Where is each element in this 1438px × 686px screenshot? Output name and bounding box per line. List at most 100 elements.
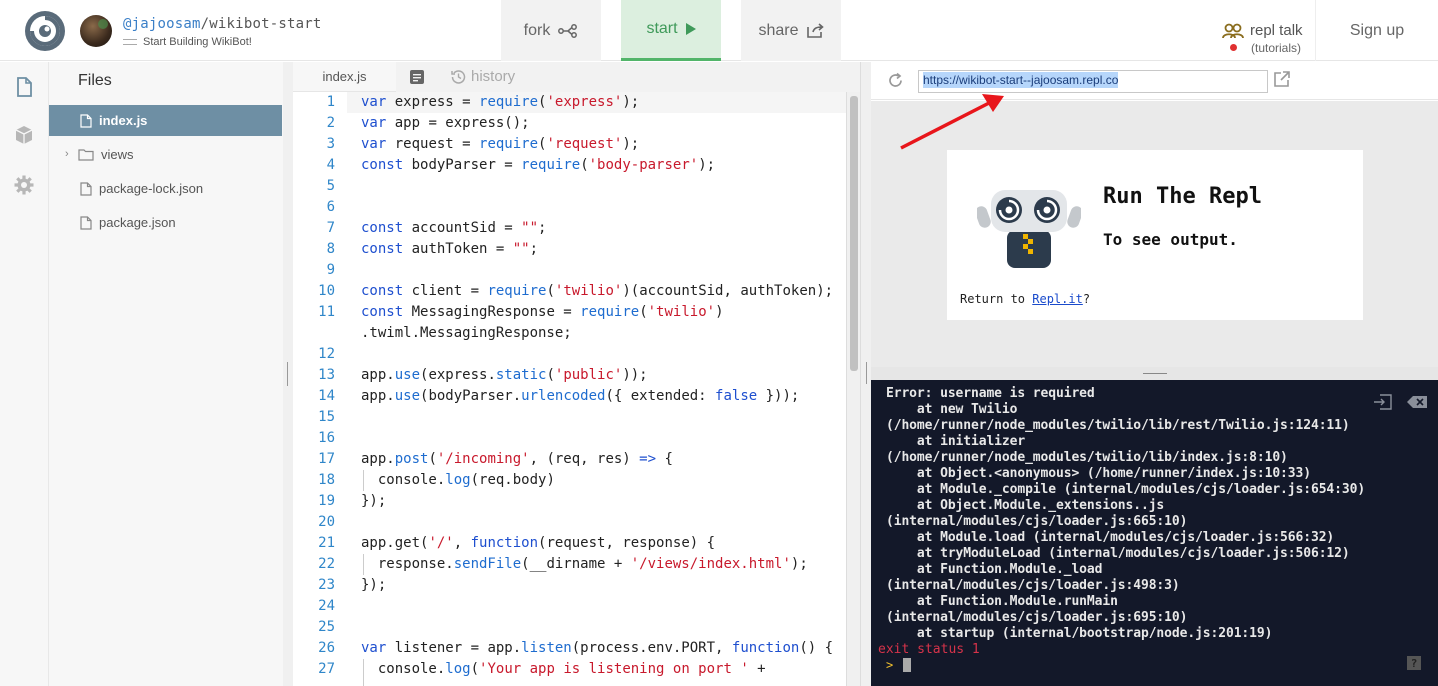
console-collapse-icon[interactable] (1373, 394, 1393, 410)
console-prompt: > (886, 658, 894, 672)
file-item-package-json[interactable]: package.json (49, 207, 282, 238)
user-avatar[interactable] (80, 15, 112, 47)
line-number: 16 (318, 430, 335, 446)
line-number: 25 (318, 619, 335, 635)
top-bar: @jajoosam/wikibot-start Start Building W… (0, 0, 1438, 61)
line-number: 10 (318, 283, 335, 299)
play-icon (685, 23, 696, 35)
signup-label: Sign up (1349, 21, 1405, 39)
card-subtitle: To see output. (1103, 230, 1238, 249)
chevron-right-icon[interactable]: › (65, 148, 69, 160)
card-title: Run The Repl (1103, 184, 1262, 209)
code-line: const client = require('twilio')(account… (361, 283, 834, 299)
console-line: at Module._compile (internal/modules/cjs… (886, 482, 1366, 497)
code-line: var request = require('request'); (361, 136, 640, 152)
start-button[interactable]: start (621, 0, 721, 61)
signup-button[interactable]: Sign up (1315, 0, 1438, 61)
repl-owner-link[interactable]: @jajoosam (123, 16, 201, 32)
console-line: (/home/runner/node_modules/twilio/lib/in… (886, 450, 1288, 465)
code-line: const bodyParser = require('body-parser'… (361, 157, 716, 173)
start-label: start (646, 20, 678, 37)
console-line: (internal/modules/cjs/loader.js:695:10) (886, 610, 1188, 625)
console-line: (internal/modules/cjs/loader.js:498:3) (886, 578, 1180, 593)
settings-gear-icon[interactable] (13, 174, 35, 196)
console-line: at Object.<anonymous> (/home/runner/inde… (886, 466, 1311, 481)
share-label: share (758, 21, 799, 39)
console-line: at tryModuleLoad (internal/modules/cjs/l… (886, 546, 1350, 561)
repl-description: Start Building WikiBot! (123, 36, 252, 48)
console-line: at new Twilio (886, 402, 1018, 417)
file-label: package.json (99, 215, 176, 230)
line-number: 6 (326, 199, 335, 215)
code-line: const MessagingResponse = require('twili… (361, 304, 724, 320)
file-icon (80, 114, 92, 128)
packages-icon[interactable] (13, 124, 35, 146)
repl-talk-link[interactable]: repl talk (tutorials) (1220, 20, 1310, 60)
line-number: 9 (326, 262, 335, 278)
document-icon[interactable] (409, 69, 425, 85)
repl-talk-label: repl talk (1250, 22, 1303, 39)
share-button[interactable]: share (741, 0, 841, 61)
line-number: 22 (318, 556, 335, 572)
repl-title[interactable]: @jajoosam/wikibot-start (123, 16, 321, 32)
tab-index-js[interactable]: index.js (293, 62, 396, 92)
folder-label: views (101, 147, 134, 162)
replit-robot-icon (977, 190, 1081, 268)
replit-logo-icon[interactable] (24, 10, 66, 52)
clear-console-icon[interactable] (1407, 396, 1427, 408)
code-line: console.log(req.body) (361, 472, 555, 488)
code-line: var app = express(); (361, 115, 530, 131)
share-icon (806, 23, 824, 38)
code-line: var express = require('express'); (361, 94, 640, 110)
left-icon-rail (0, 62, 49, 686)
code-line: const accountSid = ""; (361, 220, 547, 236)
line-number: 8 (326, 241, 335, 257)
replit-link[interactable]: Repl.it (1032, 292, 1083, 306)
file-label: package-lock.json (99, 181, 204, 196)
line-number: 20 (318, 514, 335, 530)
code-line: .twiml.MessagingResponse; (361, 325, 572, 341)
code-editor[interactable]: 1 2 3 4 5 6 7 8 9 10 11 12 13 14 15 16 17 18 19 20 21 22 23 24 2… (293, 92, 846, 686)
file-item-package-lock-json[interactable]: package-lock.json (49, 173, 282, 204)
files-editor-resize-handle[interactable] (283, 62, 293, 686)
files-panel: Files index.js › views package-lock.json… (49, 62, 283, 686)
fork-button[interactable]: fork (501, 0, 601, 61)
editor-tab-bar: index.js history (293, 62, 860, 92)
scrollbar-thumb[interactable] (850, 96, 858, 371)
return-prefix: Return to (960, 292, 1033, 306)
help-icon[interactable]: ? (1407, 656, 1421, 670)
fork-icon (558, 23, 578, 38)
exit-status: exit status 1 (878, 642, 980, 657)
console-line: at Object.Module._extensions..js (886, 498, 1165, 513)
file-item-index-js[interactable]: index.js (49, 105, 282, 136)
line-number: 13 (318, 367, 335, 383)
line-number: 12 (318, 346, 335, 362)
console-cursor[interactable] (903, 658, 911, 672)
line-number: 18 (318, 472, 335, 488)
code-line: app.post('/incoming', (req, res) => { (361, 451, 673, 467)
fork-label: fork (523, 21, 551, 39)
editor-output-resize-handle[interactable] (860, 62, 871, 686)
description-icon (123, 39, 137, 45)
open-in-new-tab-icon[interactable] (1273, 70, 1291, 88)
webview-console-resize-handle[interactable] (871, 367, 1438, 380)
files-icon[interactable] (13, 76, 35, 98)
refresh-icon[interactable] (887, 72, 904, 89)
file-label: index.js (99, 113, 148, 128)
folder-item-views[interactable]: › views (49, 139, 282, 170)
line-number: 11 (318, 304, 335, 320)
console-line: at Function.Module._load (886, 562, 1103, 577)
files-title: Files (78, 72, 112, 89)
editor-scrollbar[interactable] (846, 92, 860, 686)
line-number: 1 (326, 94, 335, 110)
console-line: Error: username is required (886, 386, 1095, 401)
line-number: 21 (318, 535, 335, 551)
card-return-text: Return to Repl.it? (960, 292, 1090, 306)
console-output[interactable]: Error: username is required at new Twili… (871, 380, 1438, 686)
history-button[interactable]: history (451, 68, 515, 85)
repl-slug: /wikibot-start (200, 16, 322, 32)
code-line: const authToken = ""; (361, 241, 539, 257)
code-line: console.log('Your app is listening on po… (361, 661, 766, 677)
code-line: }); (361, 577, 387, 593)
repl-talk-sub: (tutorials) (1251, 41, 1302, 55)
